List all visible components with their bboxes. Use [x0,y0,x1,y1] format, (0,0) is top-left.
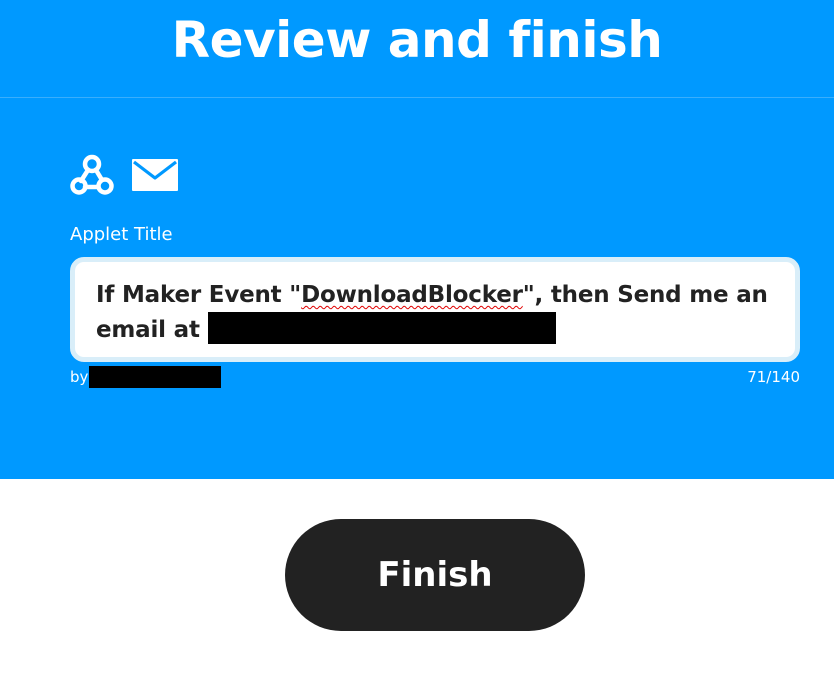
page-title: Review and finish [171,11,663,69]
redacted-email [207,312,556,344]
finish-button[interactable]: Finish [285,519,585,631]
applet-title-text-prefix: If Maker Event " [96,282,302,308]
email-icon [132,159,178,191]
applet-review-panel: Applet Title If Maker Event "DownloadBlo… [0,98,834,479]
by-label: by [70,368,89,386]
author-byline: by [70,365,222,389]
applet-title-input[interactable]: If Maker Event "DownloadBlocker", then S… [70,257,800,362]
character-counter: 71/140 [747,368,800,386]
webhooks-icon [70,153,114,197]
redacted-author [89,366,222,388]
applet-title-misspelled-word: DownloadBlocker [301,282,523,308]
applet-title-label: Applet Title [70,224,173,245]
header: Review and finish [0,0,834,98]
service-icons [70,154,178,196]
review-and-finish-page: Review and finish Applet Title If Maker … [0,0,834,677]
